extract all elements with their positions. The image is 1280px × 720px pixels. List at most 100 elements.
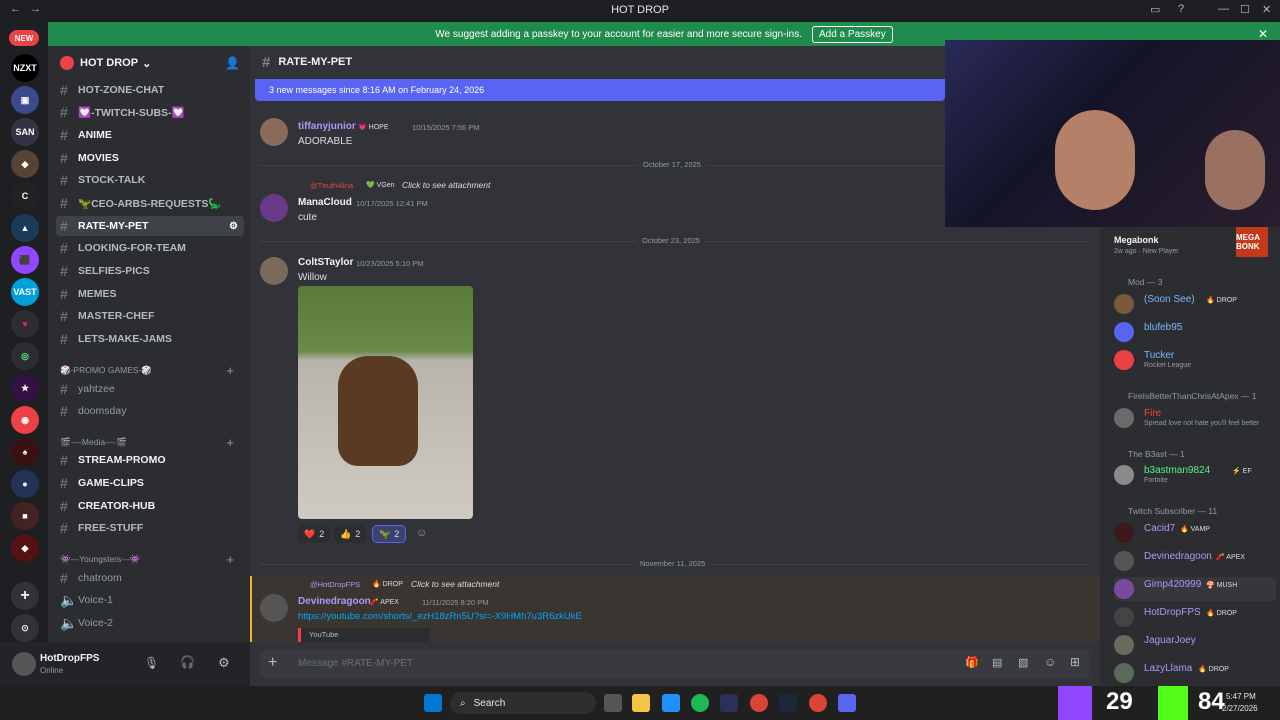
microphone-icon[interactable]: 🎙 bbox=[144, 656, 159, 670]
apps-icon[interactable]: ⊞ bbox=[1070, 655, 1080, 669]
server-icon-10[interactable]: ◎ bbox=[11, 342, 39, 370]
channel-hot-zone-chat[interactable]: # HOT-ZONE-CHAT bbox=[56, 80, 244, 100]
server-icon-11[interactable]: ★ bbox=[11, 374, 39, 402]
youtube-embed[interactable]: YouTube bbox=[298, 628, 430, 642]
server-icon-vast[interactable]: VAST bbox=[11, 278, 39, 306]
member-item[interactable]: Gimp420999 🍄 MUSH bbox=[1114, 577, 1276, 601]
category-media[interactable]: 🎬----Media----🎬 + bbox=[60, 435, 238, 450]
server-icon-15[interactable]: ■ bbox=[11, 502, 39, 530]
channel-chatroom[interactable]: # chatroom bbox=[56, 568, 244, 588]
server-icon-12[interactable]: ◉ bbox=[11, 406, 39, 434]
steam-icon[interactable] bbox=[779, 694, 797, 712]
maximize-icon[interactable]: ☐ bbox=[1240, 3, 1250, 16]
headphones-icon[interactable]: 🎧 bbox=[180, 655, 195, 669]
emoji-icon[interactable]: ☺ bbox=[1044, 655, 1056, 669]
add-attachment-icon[interactable]: + bbox=[268, 654, 277, 672]
channel-yahtzee[interactable]: # yahtzee bbox=[56, 379, 244, 399]
channel-master-chef[interactable]: # MASTER-CHEF bbox=[56, 306, 244, 326]
help-icon[interactable]: ? bbox=[1178, 3, 1184, 15]
channel-voice-2[interactable]: 🔈 Voice-2 bbox=[56, 613, 244, 633]
reply-text[interactable]: Click to see attachment bbox=[402, 180, 490, 190]
member-item[interactable]: Fire Spread love not hate you'll feel bet… bbox=[1114, 406, 1276, 430]
task-view-icon[interactable] bbox=[604, 694, 622, 712]
channel-memes[interactable]: # MEMES bbox=[56, 284, 244, 304]
add-channel-icon[interactable]: + bbox=[226, 552, 234, 567]
member-item[interactable]: blufeb95 bbox=[1114, 320, 1276, 344]
server-icon-16[interactable]: ◆ bbox=[11, 534, 39, 562]
channel-creator-hub[interactable]: # CREATOR-HUB bbox=[56, 496, 244, 516]
server-icon-6[interactable]: ▲ bbox=[11, 214, 39, 242]
reply-username[interactable]: @Ttruth4lina bbox=[310, 181, 353, 190]
message-link[interactable]: https://youtube.com/shorts/_ezH18zRn5U?s… bbox=[298, 611, 582, 622]
hwinfo-icon[interactable] bbox=[720, 694, 738, 712]
member-item[interactable]: HotDropFPS 🔥 DROP bbox=[1114, 605, 1276, 629]
add-passkey-button[interactable]: Add a Passkey bbox=[811, 25, 893, 43]
close-banner-icon[interactable]: ✕ bbox=[1258, 27, 1268, 41]
add-channel-icon[interactable]: + bbox=[226, 435, 234, 450]
avatar[interactable] bbox=[260, 194, 288, 222]
channel-ceo-arbs-requests[interactable]: # 🦖CEO-ARBS-REQUESTS🦕 bbox=[56, 193, 244, 213]
channel-selfies-pics[interactable]: # SELFIES-PICS bbox=[56, 261, 244, 281]
message-username[interactable]: ManaCloud bbox=[298, 197, 352, 208]
channel-settings-icon[interactable]: ⚙ bbox=[229, 221, 238, 232]
reaction-heart[interactable]: ❤️ 2 bbox=[298, 525, 331, 543]
add-member-icon[interactable]: 👤 bbox=[225, 56, 240, 70]
gift-icon[interactable]: 🎁 bbox=[965, 656, 979, 669]
member-item[interactable]: Tucker Rocket League bbox=[1114, 348, 1276, 372]
message-username[interactable]: ColtSTaylor bbox=[298, 257, 353, 268]
message-username[interactable]: tiffanyjunior bbox=[298, 121, 356, 132]
server-icon-2[interactable]: ▣ bbox=[11, 86, 39, 114]
channel-stock-talk[interactable]: # STOCK-TALK bbox=[56, 170, 244, 190]
chrome-icon[interactable] bbox=[750, 694, 768, 712]
channel-lets-make-jams[interactable]: # LETS-MAKE-JAMS bbox=[56, 329, 244, 349]
avatar[interactable] bbox=[260, 118, 288, 146]
server-icon-5[interactable]: C bbox=[11, 182, 39, 210]
gif-icon[interactable]: ▤ bbox=[992, 656, 1002, 669]
twitch-server-icon[interactable]: ⬛ bbox=[11, 246, 39, 274]
channel-doomsday[interactable]: # doomsday bbox=[56, 401, 244, 421]
close-window-icon[interactable]: ✕ bbox=[1262, 3, 1271, 16]
channel-looking-for-team[interactable]: # LOOKING-FOR-TEAM bbox=[56, 238, 244, 258]
server-icon-14[interactable]: ● bbox=[11, 470, 39, 498]
discover-icon[interactable]: ⊙ bbox=[11, 614, 39, 642]
member-item[interactable]: Devinedragoon 🧨 APEX bbox=[1114, 549, 1276, 573]
channel-free-stuff[interactable]: # FREE-STUFF bbox=[56, 518, 244, 538]
server-icon-nzxt[interactable]: NZXT bbox=[11, 54, 39, 82]
add-reaction-icon[interactable]: ☺ bbox=[416, 527, 427, 539]
member-item[interactable]: LazyLlama 🔥 DROP bbox=[1114, 661, 1276, 685]
minimize-icon[interactable]: — bbox=[1218, 3, 1229, 15]
category-youngsters[interactable]: 👾---Youngsters---👾 + bbox=[60, 552, 238, 567]
inbox-icon[interactable]: ▭ bbox=[1150, 3, 1160, 16]
avatar[interactable] bbox=[260, 257, 288, 285]
server-header[interactable]: HOT DROP ⌄ 👤 bbox=[48, 46, 250, 80]
member-item[interactable]: JaguarJoey bbox=[1114, 633, 1276, 657]
add-channel-icon[interactable]: + bbox=[226, 363, 234, 378]
taskbar-search[interactable]: ⌕ Search bbox=[450, 692, 596, 714]
channel-movies[interactable]: # MOVIES bbox=[56, 148, 244, 168]
message-composer[interactable]: + Message #RATE-MY-PET 🎁 ▤ ▧ ☺ ⊞ bbox=[260, 650, 1090, 678]
channel-rate-my-pet[interactable]: # RATE-MY-PET ⚙ bbox=[56, 216, 244, 236]
reply-text[interactable]: Click to see attachment bbox=[411, 579, 499, 589]
spotify-icon[interactable] bbox=[691, 694, 709, 712]
server-icon-4[interactable]: ◆ bbox=[11, 150, 39, 178]
member-item[interactable]: b3astman9824 ⚡ EF Fortnite bbox=[1114, 463, 1276, 487]
windows-start-icon[interactable] bbox=[424, 694, 442, 712]
category-promo-games[interactable]: 🎲-PROMO GAMES-🎲 + bbox=[60, 363, 238, 378]
gear-icon[interactable]: ⚙ bbox=[218, 655, 230, 671]
add-server-icon[interactable]: + bbox=[11, 582, 39, 610]
file-explorer-icon[interactable] bbox=[632, 694, 650, 712]
message-input[interactable]: Message #RATE-MY-PET bbox=[298, 658, 413, 669]
user-avatar[interactable] bbox=[12, 652, 36, 676]
channel-stream-promo[interactable]: # STREAM-PROMO bbox=[56, 450, 244, 470]
reaction-thumbs-up[interactable]: 👍 2 bbox=[334, 525, 367, 543]
notepad-icon[interactable] bbox=[662, 694, 680, 712]
reaction-custom[interactable]: 🦖 2 bbox=[372, 525, 407, 543]
activity-game[interactable]: Megabonk bbox=[1114, 235, 1159, 245]
chrome-icon[interactable] bbox=[809, 694, 827, 712]
channel-twitch-subs[interactable]: # 💟-TWITCH-SUBS-💟 bbox=[56, 102, 244, 122]
avatar[interactable] bbox=[260, 594, 288, 622]
member-item[interactable]: (Soon See) 🔥 DROP bbox=[1114, 292, 1276, 316]
new-messages-bar[interactable]: 3 new messages since 8:16 AM on February… bbox=[255, 79, 945, 101]
discord-icon[interactable] bbox=[838, 694, 856, 712]
server-icon-9[interactable]: ♥ bbox=[11, 310, 39, 338]
